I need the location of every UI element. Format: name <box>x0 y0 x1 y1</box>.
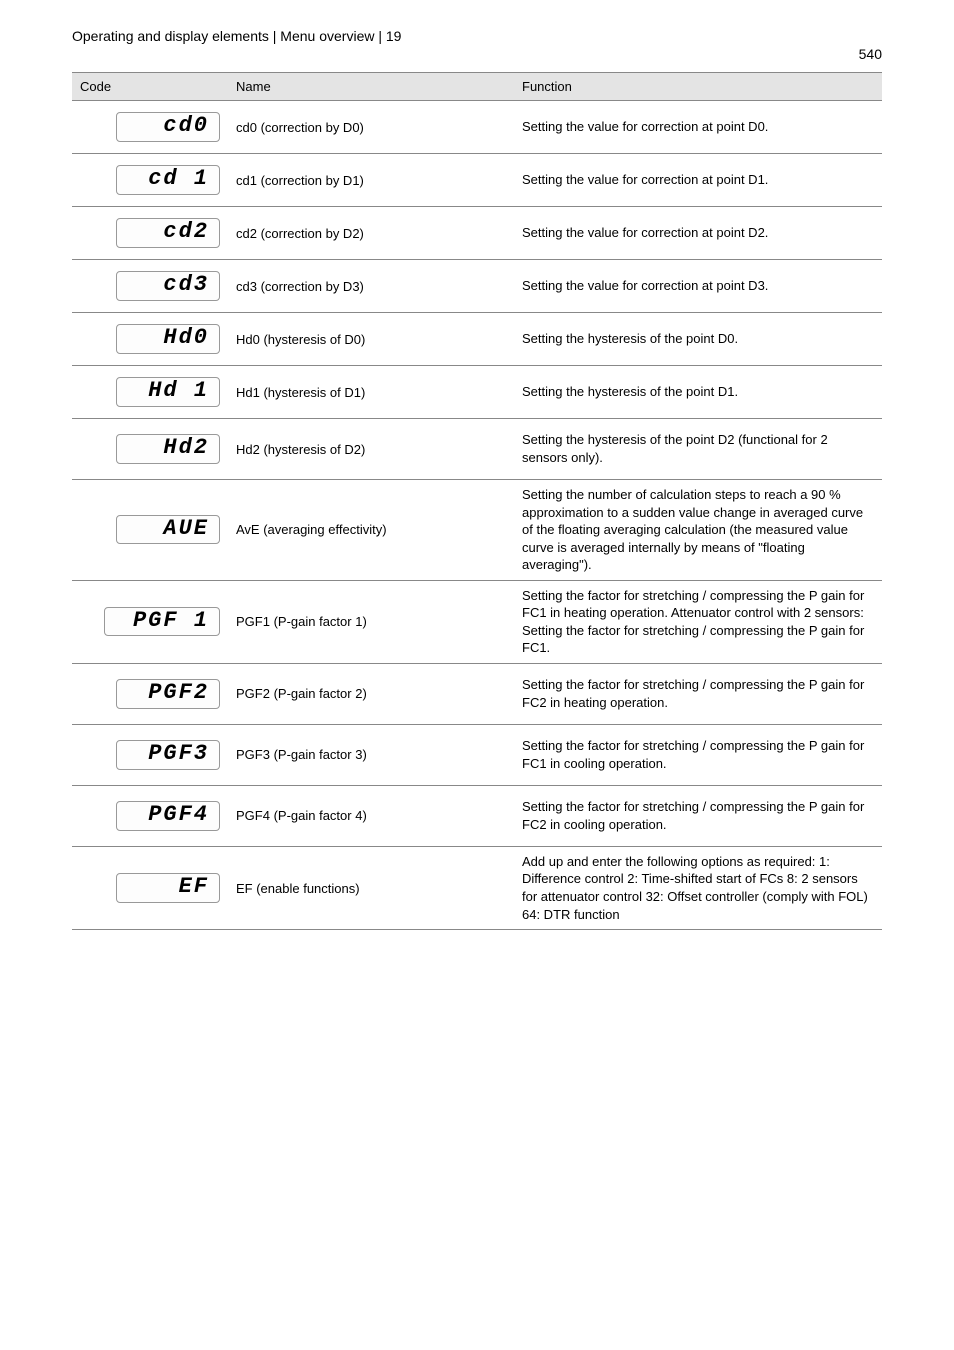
lcd-display-icon: AUE <box>116 515 220 544</box>
lcd-display-icon: cd3 <box>116 271 220 300</box>
cell-name: cd2 (correction by D2) <box>228 207 514 260</box>
lcd-display-icon: cd0 <box>116 112 220 141</box>
col-header-function: Function <box>514 73 882 101</box>
cell-code: AUE <box>72 480 228 581</box>
cell-name: EF (enable functions) <box>228 846 514 929</box>
cell-name: PGF4 (P-gain factor 4) <box>228 785 514 846</box>
lcd-display-icon: cd 1 <box>116 165 220 194</box>
cell-code: cd3 <box>72 260 228 313</box>
lcd-display-icon: cd2 <box>116 218 220 247</box>
table-row: PGF2 PGF2 (P-gain factor 2)Setting the fa… <box>72 663 882 724</box>
cell-function: Setting the factor for stretching / comp… <box>514 580 882 663</box>
table-row: PGF4 PGF4 (P-gain factor 4)Setting the fa… <box>72 785 882 846</box>
cell-name: Hd2 (hysteresis of D2) <box>228 419 514 480</box>
cell-code: cd 1 <box>72 154 228 207</box>
table-row: cd 1 cd1 (correction by D1)Setting the va… <box>72 154 882 207</box>
cell-function: Setting the value for correction at poin… <box>514 101 882 154</box>
cell-name: PGF1 (P-gain factor 1) <box>228 580 514 663</box>
cell-name: PGF3 (P-gain factor 3) <box>228 724 514 785</box>
parameter-table: Code Name Function cd0 cd0 (correction by… <box>72 72 882 930</box>
lcd-display-icon: Hd0 <box>116 324 220 353</box>
cell-code: Hd 1 <box>72 366 228 419</box>
lcd-display-icon: EF <box>116 873 220 902</box>
page-number: 540 <box>72 46 882 62</box>
table-row: cd2 cd2 (correction by D2)Setting the val… <box>72 207 882 260</box>
cell-function: Setting the factor for stretching / comp… <box>514 724 882 785</box>
cell-name: cd1 (correction by D1) <box>228 154 514 207</box>
cell-code: PGF2 <box>72 663 228 724</box>
cell-name: PGF2 (P-gain factor 2) <box>228 663 514 724</box>
table-row: AUE AvE (averaging effectivity)Setting th… <box>72 480 882 581</box>
table-row: cd0 cd0 (correction by D0)Setting the val… <box>72 101 882 154</box>
cell-name: Hd1 (hysteresis of D1) <box>228 366 514 419</box>
cell-code: EF <box>72 846 228 929</box>
cell-function: Setting the hysteresis of the point D1. <box>514 366 882 419</box>
cell-function: Add up and enter the following options a… <box>514 846 882 929</box>
cell-code: PGF 1 <box>72 580 228 663</box>
lcd-display-icon: Hd 1 <box>116 377 220 406</box>
cell-code: PGF3 <box>72 724 228 785</box>
cell-function: Setting the factor for stretching / comp… <box>514 663 882 724</box>
col-header-name: Name <box>228 73 514 101</box>
cell-code: PGF4 <box>72 785 228 846</box>
lcd-display-icon: PGF2 <box>116 679 220 708</box>
breadcrumb: Operating and display elements | Menu ov… <box>72 28 882 44</box>
cell-function: Setting the value for correction at poin… <box>514 207 882 260</box>
lcd-display-icon: PGF 1 <box>104 607 220 636</box>
cell-function: Setting the value for correction at poin… <box>514 260 882 313</box>
table-row: Hd 1 Hd1 (hysteresis of D1)Setting the hy… <box>72 366 882 419</box>
table-row: EF EF (enable functions)Add up and enter … <box>72 846 882 929</box>
lcd-display-icon: PGF4 <box>116 801 220 830</box>
cell-name: Hd0 (hysteresis of D0) <box>228 313 514 366</box>
cell-code: cd0 <box>72 101 228 154</box>
cell-function: Setting the number of calculation steps … <box>514 480 882 581</box>
lcd-display-icon: Hd2 <box>116 434 220 463</box>
cell-name: cd3 (correction by D3) <box>228 260 514 313</box>
table-row: Hd2 Hd2 (hysteresis of D2)Setting the hys… <box>72 419 882 480</box>
cell-function: Setting the hysteresis of the point D2 (… <box>514 419 882 480</box>
cell-code: cd2 <box>72 207 228 260</box>
cell-name: AvE (averaging effectivity) <box>228 480 514 581</box>
cell-function: Setting the hysteresis of the point D0. <box>514 313 882 366</box>
table-row: PGF 1 PGF1 (P-gain factor 1)Setting the f… <box>72 580 882 663</box>
col-header-code: Code <box>72 73 228 101</box>
table-row: cd3 cd3 (correction by D3)Setting the val… <box>72 260 882 313</box>
cell-function: Setting the value for correction at poin… <box>514 154 882 207</box>
cell-function: Setting the factor for stretching / comp… <box>514 785 882 846</box>
table-row: PGF3 PGF3 (P-gain factor 3)Setting the fa… <box>72 724 882 785</box>
cell-code: Hd2 <box>72 419 228 480</box>
cell-code: Hd0 <box>72 313 228 366</box>
lcd-display-icon: PGF3 <box>116 740 220 769</box>
cell-name: cd0 (correction by D0) <box>228 101 514 154</box>
table-row: Hd0 Hd0 (hysteresis of D0)Setting the hys… <box>72 313 882 366</box>
